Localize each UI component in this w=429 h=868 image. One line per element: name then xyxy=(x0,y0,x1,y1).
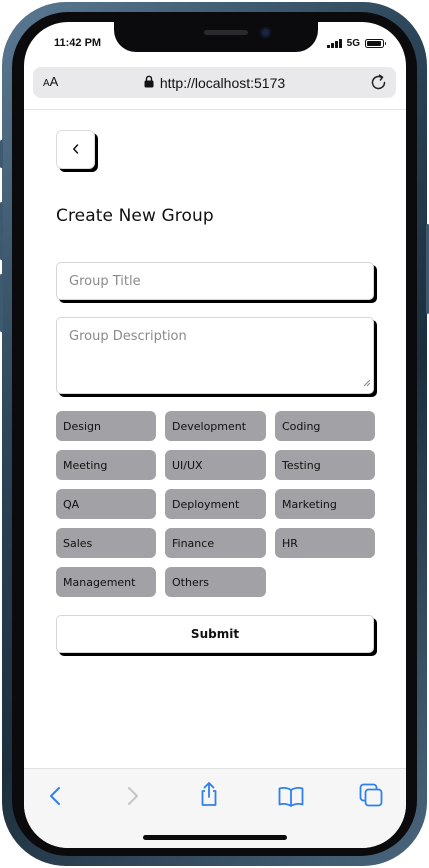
back-button[interactable] xyxy=(56,130,95,169)
network-label: 5G xyxy=(346,38,360,49)
page-content: Create New Group Group Title Group Descr… xyxy=(24,109,406,769)
back-icon[interactable] xyxy=(46,784,66,812)
mute-switch xyxy=(0,140,3,168)
resize-handle-icon[interactable] xyxy=(363,376,371,391)
tag-development[interactable]: Development xyxy=(165,411,266,441)
text-size-button[interactable]: AA xyxy=(43,74,58,89)
tag-others[interactable]: Others xyxy=(165,567,266,597)
submit-button[interactable]: Submit xyxy=(56,615,374,653)
lock-icon xyxy=(144,73,154,92)
group-title-placeholder: Group Title xyxy=(69,274,141,289)
signal-icon xyxy=(327,39,342,48)
tag-finance[interactable]: Finance xyxy=(165,528,266,558)
tag-qa[interactable]: QA xyxy=(56,489,156,519)
status-time: 11:42 PM xyxy=(54,37,102,49)
group-description-textarea[interactable]: Group Description xyxy=(56,317,374,394)
share-icon[interactable] xyxy=(198,781,220,811)
tag-hr[interactable]: HR xyxy=(275,528,375,558)
tag-testing[interactable]: Testing xyxy=(275,450,375,480)
speaker xyxy=(204,30,248,35)
volume-down-button xyxy=(0,274,3,332)
tag-management[interactable]: Management xyxy=(56,567,156,597)
tag-sales[interactable]: Sales xyxy=(56,528,156,558)
volume-up-button xyxy=(0,202,3,260)
tag-meeting[interactable]: Meeting xyxy=(56,450,156,480)
chevron-left-icon xyxy=(71,140,81,159)
tabs-icon[interactable] xyxy=(358,782,384,812)
status-icons: 5G xyxy=(327,38,386,49)
browser-toolbar xyxy=(24,768,406,848)
group-title-input[interactable]: Group Title xyxy=(56,262,374,300)
tag-grid: Design Development Coding Meeting UI/UX … xyxy=(56,411,376,597)
battery-icon xyxy=(365,39,386,48)
phone-screen: 11:42 PM 5G AA http://localhost:5173 Cre… xyxy=(24,22,406,848)
forward-icon[interactable] xyxy=(122,784,142,812)
camera xyxy=(260,27,271,38)
address-bar[interactable]: AA http://localhost:5173 xyxy=(33,67,396,98)
tag-marketing[interactable]: Marketing xyxy=(275,489,375,519)
bookmarks-icon[interactable] xyxy=(277,784,305,812)
group-description-placeholder: Group Description xyxy=(69,329,187,344)
tag-coding[interactable]: Coding xyxy=(275,411,375,441)
reload-icon[interactable] xyxy=(369,73,388,96)
tag-ui-ux[interactable]: UI/UX xyxy=(165,450,266,480)
tag-design[interactable]: Design xyxy=(56,411,156,441)
tag-deployment[interactable]: Deployment xyxy=(165,489,266,519)
url-text[interactable]: http://localhost:5173 xyxy=(160,75,285,91)
page-title: Create New Group xyxy=(56,206,214,226)
home-indicator xyxy=(143,835,287,840)
notch xyxy=(114,22,318,52)
